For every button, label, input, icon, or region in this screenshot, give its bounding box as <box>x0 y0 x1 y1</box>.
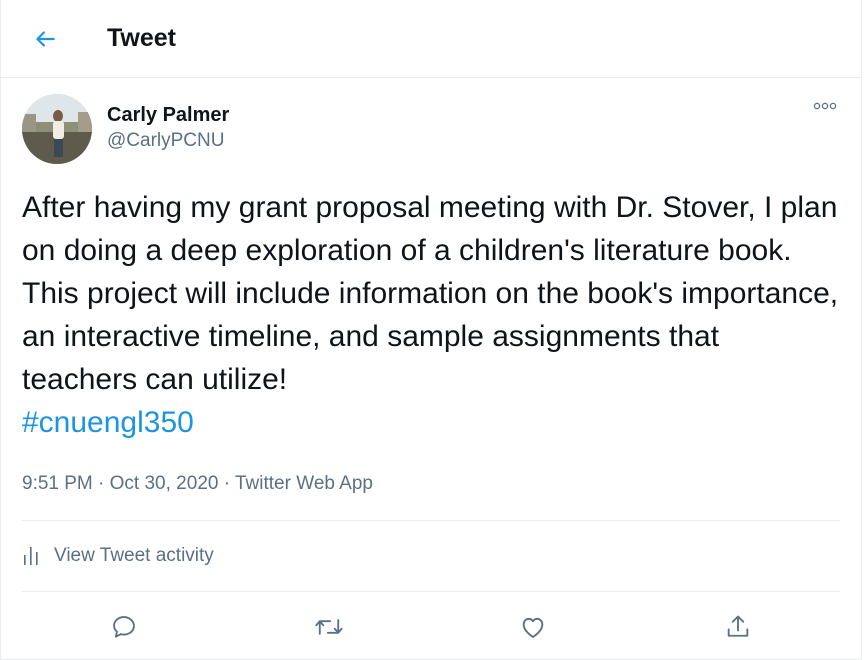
hashtag-link[interactable]: #cnuengl350 <box>22 406 194 439</box>
reply-button[interactable] <box>102 605 146 649</box>
tweet-detail: Carly Palmer @CarlyPCNU After having my … <box>1 78 861 660</box>
action-bar <box>22 592 840 660</box>
tweet-time[interactable]: 9:51 PM <box>22 473 93 494</box>
retweet-button[interactable] <box>307 605 351 649</box>
author-row: Carly Palmer @CarlyPCNU <box>22 78 840 164</box>
avatar-photo <box>22 94 92 164</box>
author-display-name[interactable]: Carly Palmer <box>107 103 229 127</box>
share-icon <box>727 615 749 637</box>
tweet-meta: 9:51 PM · Oct 30, 2020 · Twitter Web App <box>22 464 840 521</box>
tweet-date[interactable]: Oct 30, 2020 <box>110 473 219 494</box>
like-icon <box>522 617 544 638</box>
arrow-left-icon <box>36 30 55 47</box>
share-button[interactable] <box>716 605 760 649</box>
avatar[interactable] <box>22 94 92 164</box>
meta-separator: · <box>92 473 110 494</box>
tweet-page: Tweet Carly Palmer @CarlyPCNU After havi… <box>0 0 862 660</box>
author-handle[interactable]: @CarlyPCNU <box>107 129 229 153</box>
like-button[interactable] <box>511 605 555 649</box>
page-header: Tweet <box>1 0 861 78</box>
analytics-icon <box>24 547 38 565</box>
author-names: Carly Palmer @CarlyPCNU <box>107 103 229 153</box>
reply-icon <box>113 616 136 638</box>
retweet-icon <box>315 619 343 635</box>
meta-separator: · <box>218 473 235 494</box>
tweet-body: After having my grant proposal meeting w… <box>22 191 839 396</box>
more-icon <box>813 102 837 110</box>
tweet-source[interactable]: Twitter Web App <box>235 473 373 494</box>
view-activity-label: View Tweet activity <box>54 545 214 566</box>
back-button[interactable] <box>23 17 67 61</box>
page-title: Tweet <box>107 24 176 52</box>
tweet-text: After having my grant proposal meeting w… <box>22 186 842 444</box>
more-options-button[interactable] <box>810 96 840 116</box>
view-activity-button[interactable]: View Tweet activity <box>22 521 840 592</box>
